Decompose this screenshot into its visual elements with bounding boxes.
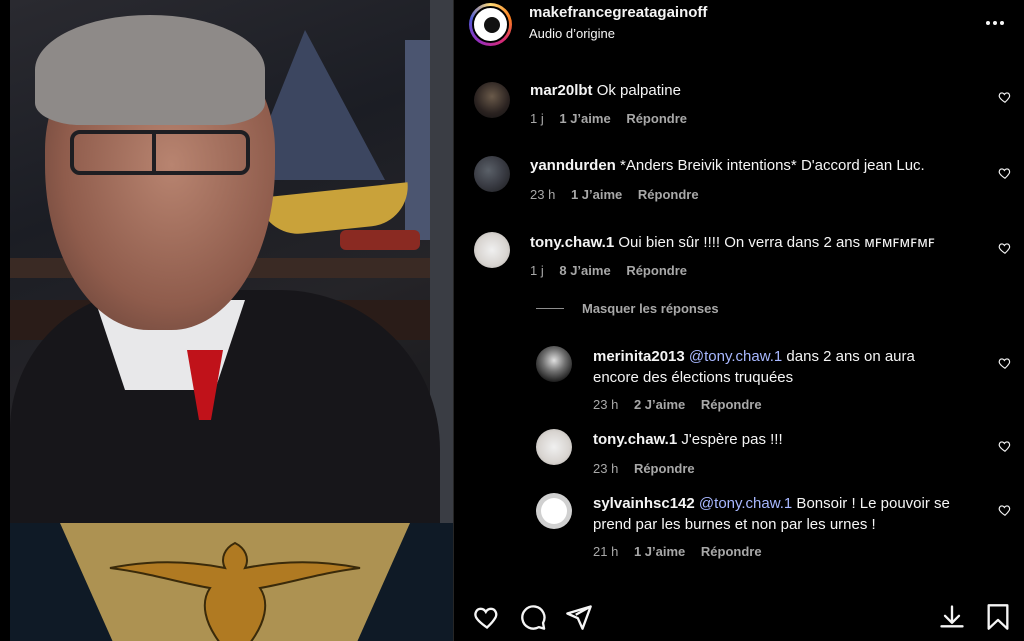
comment-text: Bonsoir ! Le pouvoir se xyxy=(792,495,950,512)
reply-button[interactable]: Répondre xyxy=(626,111,687,126)
comment-username[interactable]: sylvainhsc142 xyxy=(593,495,695,512)
comment-username[interactable]: yanndurden xyxy=(530,157,616,174)
person-hair xyxy=(35,15,265,125)
heart-icon[interactable] xyxy=(998,90,1012,104)
comment-meta: 1 j 8 J’aime Répondre xyxy=(530,263,699,278)
heart-icon[interactable] xyxy=(998,241,1012,255)
comment-meta: 23 h 2 J’aime Répondre xyxy=(593,397,774,412)
comment-body: mar20lbt Ok palpatine xyxy=(530,80,681,101)
comment-likes[interactable]: 1 J’aime xyxy=(571,187,622,202)
mention-link[interactable]: @tony.chaw.1 xyxy=(699,495,792,512)
comment-body: tony.chaw.1 J'espère pas !!! xyxy=(593,429,783,450)
comment-meta: 23 h 1 J’aime Répondre xyxy=(530,187,711,202)
commenter-avatar[interactable] xyxy=(474,232,510,268)
reply-button[interactable]: Répondre xyxy=(634,461,695,476)
replies-divider xyxy=(536,308,564,309)
reply-button[interactable]: Répondre xyxy=(638,187,699,202)
comment-body: merinita2013 @tony.chaw.1 dans 2 ans on … xyxy=(593,346,993,388)
heart-icon[interactable] xyxy=(473,603,501,631)
author-avatar[interactable] xyxy=(469,3,512,46)
mention-link[interactable]: @tony.chaw.1 xyxy=(689,348,782,365)
more-options-icon[interactable] xyxy=(982,10,1008,36)
comment-body: yanndurden *Anders Breivik intentions* D… xyxy=(530,155,925,176)
comment-username[interactable]: mar20lbt xyxy=(530,82,593,99)
comment-text: J'espère pas !!! xyxy=(681,431,783,448)
comment-likes[interactable]: 8 J’aime xyxy=(559,263,610,278)
heart-icon[interactable] xyxy=(998,356,1012,370)
reply-button[interactable]: Répondre xyxy=(701,397,762,412)
comment-body: sylvainhsc142 @tony.chaw.1 Bonsoir ! Le … xyxy=(593,493,993,535)
download-icon[interactable] xyxy=(938,603,966,631)
comment-text: Ok palpatine xyxy=(596,82,681,99)
video-frame[interactable] xyxy=(10,0,453,523)
comment-meta: 23 h Répondre xyxy=(593,461,707,476)
comment-time[interactable]: 23 h xyxy=(593,461,618,476)
eagle-emblem-icon xyxy=(109,541,361,641)
author-username[interactable]: makefrancegreatagainoff xyxy=(529,4,707,21)
commenter-avatar[interactable] xyxy=(474,156,510,192)
post-action-bar xyxy=(454,595,1024,641)
hide-replies-toggle[interactable]: Masquer les réponses xyxy=(536,301,719,316)
comment-body: tony.chaw.1 Oui bien sûr !!!! On verra d… xyxy=(530,232,935,253)
comment-likes[interactable]: 2 J’aime xyxy=(634,397,685,412)
heart-icon[interactable] xyxy=(998,439,1012,453)
media-left-border xyxy=(0,0,10,641)
boat-decoration xyxy=(340,230,420,250)
comment-time[interactable]: 23 h xyxy=(530,187,555,202)
comment-username[interactable]: merinita2013 xyxy=(593,348,685,365)
comment-likes[interactable]: 1 J’aime xyxy=(559,111,610,126)
send-icon[interactable] xyxy=(565,603,593,631)
commenter-avatar[interactable] xyxy=(536,346,572,382)
hide-replies-label[interactable]: Masquer les réponses xyxy=(582,301,719,316)
person-glasses xyxy=(70,130,250,175)
commenter-avatar[interactable] xyxy=(536,493,572,529)
comment-meta: 21 h 1 J’aime Répondre xyxy=(593,544,774,559)
comment-text: Oui bien sûr !!!! On verra dans 2 ans ᴍꜰ… xyxy=(618,234,936,251)
commenter-avatar[interactable] xyxy=(536,429,572,465)
comments-panel: makefrancegreatagainoff Audio d’origine … xyxy=(453,0,1024,641)
eagle-emblem-frame xyxy=(10,523,453,641)
comment-icon[interactable] xyxy=(519,603,547,631)
comment-meta: 1 j 1 J’aime Répondre xyxy=(530,111,699,126)
reply-button[interactable]: Répondre xyxy=(701,544,762,559)
bookmark-icon[interactable] xyxy=(984,603,1012,631)
comment-text-continued: encore des élections truquées xyxy=(593,369,794,386)
comment-text-continued: prend par les burnes et non par les urne… xyxy=(593,516,876,533)
comment-time[interactable]: 1 j xyxy=(530,111,544,126)
comment-username[interactable]: tony.chaw.1 xyxy=(530,234,614,251)
comment-time[interactable]: 23 h xyxy=(593,397,618,412)
commenter-avatar[interactable] xyxy=(474,82,510,118)
comment-text: *Anders Breivik intentions* D'accord jea… xyxy=(620,157,925,174)
comment-likes[interactable]: 1 J’aime xyxy=(634,544,685,559)
post-media[interactable] xyxy=(0,0,453,641)
audio-label[interactable]: Audio d’origine xyxy=(529,26,615,41)
heart-icon[interactable] xyxy=(998,166,1012,180)
comment-time[interactable]: 1 j xyxy=(530,263,544,278)
comment-time[interactable]: 21 h xyxy=(593,544,618,559)
heart-icon[interactable] xyxy=(998,503,1012,517)
comment-text: dans 2 ans on aura xyxy=(782,348,915,365)
reply-button[interactable]: Répondre xyxy=(626,263,687,278)
comment-username[interactable]: tony.chaw.1 xyxy=(593,431,677,448)
post-header: makefrancegreatagainoff Audio d’origine xyxy=(454,0,1024,48)
